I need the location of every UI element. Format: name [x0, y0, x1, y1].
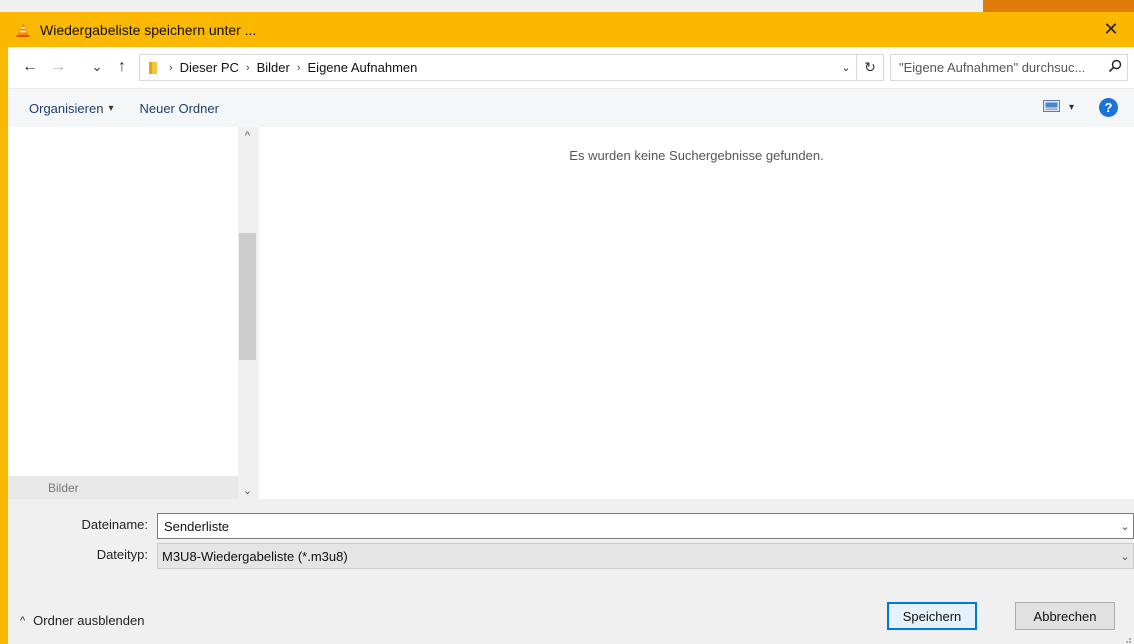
- navigation-horizontal-strip: [8, 476, 238, 499]
- save-options-panel: Dateiname: Senderliste ⌄ Dateityp: M3U8-…: [8, 499, 1134, 644]
- window-title: Wiedergabeliste speichern unter ...: [40, 21, 257, 38]
- breadcrumb-separator: ›: [245, 61, 250, 74]
- nav-item-bilder-partial[interactable]: Bilder: [48, 481, 79, 495]
- vlc-cone-icon: [14, 21, 32, 39]
- view-icon: [1042, 99, 1061, 116]
- filename-field[interactable]: Senderliste ⌄: [157, 513, 1134, 539]
- filetype-dropdown-chevron-icon: ⌄: [1120, 550, 1130, 563]
- filename-input[interactable]: Senderliste: [158, 519, 1117, 534]
- background-window-accent: [983, 0, 1134, 12]
- scroll-down-button[interactable]: ⌄: [238, 482, 257, 499]
- navigation-bar: ← → ⌄ ↑ › Dieser PC › Bilder › Eigene Au…: [8, 47, 1134, 88]
- search-box[interactable]: "Eigene Aufnahmen" durchsuc...: [890, 54, 1128, 81]
- cancel-button[interactable]: Abbrechen: [1015, 602, 1115, 630]
- command-bar: Organisieren ▾ Neuer Ordner ▾ ?: [8, 88, 1134, 127]
- address-bar-controls: ⌄ ↻: [836, 55, 883, 80]
- empty-results-message: Es wurden keine Suchergebnisse gefunden.: [569, 148, 824, 163]
- breadcrumb-eigene-aufnahmen[interactable]: Eigene Aufnahmen: [304, 60, 422, 75]
- recent-locations-button[interactable]: ⌄: [88, 55, 106, 79]
- organize-label: Organisieren: [29, 100, 104, 116]
- hide-folders-label: Ordner ausblenden: [33, 613, 145, 628]
- forward-button[interactable]: →: [46, 55, 70, 79]
- save-dialog: Wiedergabeliste speichern unter ... ✕ ← …: [0, 0, 1134, 644]
- address-history-dropdown[interactable]: ⌄: [836, 61, 856, 74]
- help-button[interactable]: ?: [1099, 98, 1118, 117]
- hide-folders-toggle[interactable]: ^ Ordner ausblenden: [20, 613, 144, 628]
- filetype-value: M3U8-Wiedergabeliste (*.m3u8): [162, 548, 348, 564]
- navigation-tree: [32, 127, 238, 476]
- organize-caret-icon: ▾: [108, 102, 114, 114]
- resize-grip-icon[interactable]: [1122, 632, 1132, 643]
- view-caret-icon: ▾: [1068, 102, 1074, 113]
- dialog-left-border: [0, 40, 8, 644]
- breadcrumb-separator: ›: [169, 61, 173, 74]
- refresh-button[interactable]: ↻: [856, 55, 883, 80]
- folder-icon: [146, 61, 160, 75]
- breadcrumb-bilder[interactable]: Bilder: [253, 60, 294, 75]
- change-view-button[interactable]: ▾: [1042, 99, 1074, 116]
- breadcrumb-dieser-pc[interactable]: Dieser PC: [176, 60, 243, 75]
- file-list-area[interactable]: Es wurden keine Suchergebnisse gefunden.: [259, 127, 1134, 499]
- organize-menu[interactable]: Organisieren ▾: [29, 101, 113, 116]
- filename-label: Dateiname:: [81, 517, 148, 532]
- close-button[interactable]: ✕: [1088, 12, 1134, 47]
- chevron-up-icon: ^: [20, 614, 26, 627]
- address-bar[interactable]: › Dieser PC › Bilder › Eigene Aufnahmen …: [139, 54, 884, 81]
- scroll-up-button[interactable]: ^: [238, 127, 257, 144]
- filetype-select[interactable]: M3U8-Wiedergabeliste (*.m3u8) ⌄: [157, 543, 1134, 569]
- search-icon: [1103, 59, 1127, 76]
- save-button[interactable]: Speichern: [887, 602, 977, 630]
- navigation-scrollbar[interactable]: ^ ⌄: [238, 127, 257, 499]
- navigation-pane[interactable]: Bilder ^ ⌄: [8, 127, 257, 499]
- title-bar: Wiedergabeliste speichern unter ... ✕: [0, 12, 1134, 47]
- up-button[interactable]: ↑: [111, 55, 133, 79]
- back-button[interactable]: ←: [18, 55, 42, 79]
- filename-dropdown-chevron-icon[interactable]: ⌄: [1117, 520, 1133, 533]
- scroll-thumb[interactable]: [239, 233, 256, 360]
- new-folder-button[interactable]: Neuer Ordner: [139, 101, 218, 116]
- filetype-label: Dateityp:: [96, 547, 148, 562]
- breadcrumb-separator: ›: [296, 61, 301, 74]
- search-input[interactable]: "Eigene Aufnahmen" durchsuc...: [891, 60, 1103, 75]
